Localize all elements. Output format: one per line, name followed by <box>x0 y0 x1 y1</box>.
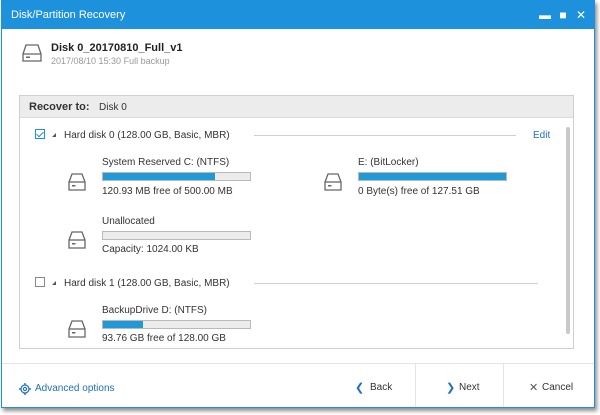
partition-usage-fill <box>103 321 143 328</box>
advanced-options-label: Advanced options <box>35 383 115 394</box>
partition-name[interactable]: System Reserved C: (NTFS) <box>102 157 229 168</box>
chevron-left-icon: ❮ <box>355 382 365 394</box>
edit-link[interactable]: Edit <box>533 130 550 141</box>
minimize-icon[interactable]: ▬ <box>537 7 553 23</box>
title-bar: Disk/Partition Recovery ▬ ■ ✕ <box>2 1 594 29</box>
partition-free-space: 0 Byte(s) free of 127.51 GB <box>358 186 480 197</box>
gear-icon <box>19 383 31 395</box>
close-icon[interactable]: ✕ <box>573 7 589 23</box>
divider <box>254 283 538 284</box>
partition-drive-icon <box>68 231 86 249</box>
partition-name[interactable]: Unallocated <box>102 216 155 227</box>
recover-panel: Recover to: Disk 0 Hard disk 0 (128.00 G… <box>19 95 574 349</box>
partition-free-space: 93.76 GB free of 128.00 GB <box>102 333 226 344</box>
partition-capacity: Capacity: 1024.00 KB <box>102 244 199 255</box>
chevron-right-icon: ❯ <box>446 382 456 394</box>
backup-name: Disk 0_20170810_Full_v1 <box>51 42 183 54</box>
cancel-x-icon: ✕ <box>529 382 539 394</box>
disk-1-title: Hard disk 1 (128.00 GB, Basic, MBR) <box>64 278 230 289</box>
disk-partition-recovery-window: Disk/Partition Recovery ▬ ■ ✕ Disk 0_201… <box>1 0 595 408</box>
recover-target: Disk 0 <box>99 102 127 113</box>
recover-to-bar: Recover to: Disk 0 <box>20 96 573 118</box>
partition-name[interactable]: E: (BitLocker) <box>358 157 419 168</box>
partition-drive-icon <box>68 320 86 338</box>
partition-usage-fill <box>103 173 215 180</box>
disk-0-checkbox[interactable] <box>35 129 45 139</box>
partition-usage-bar <box>102 320 251 329</box>
recover-to-label: Recover to: <box>29 101 90 113</box>
footer: Advanced options ❮ Back ❯ Next ✕ Cancel <box>2 363 594 407</box>
maximize-icon[interactable]: ■ <box>555 7 571 23</box>
cancel-label: Cancel <box>542 382 574 393</box>
backup-header: Disk 0_20170810_Full_v1 2017/08/10 15:30… <box>2 29 594 85</box>
back-button[interactable]: ❮ Back <box>327 364 415 407</box>
partition-drive-icon <box>324 173 342 191</box>
partition-free-space: 120.93 MB free of 500.00 MB <box>102 186 233 197</box>
partition-name[interactable]: BackupDrive D: (NTFS) <box>102 305 207 316</box>
partition-usage-bar <box>358 172 507 181</box>
back-label: Back <box>370 382 393 393</box>
partition-usage-bar <box>102 231 251 240</box>
cancel-button[interactable]: ✕ Cancel <box>503 364 594 407</box>
collapse-arrow-icon[interactable] <box>52 281 56 285</box>
next-button[interactable]: ❯ Next <box>415 364 503 407</box>
partition-usage-bar <box>102 172 251 181</box>
window-title: Disk/Partition Recovery <box>11 9 126 21</box>
disk-0-title: Hard disk 0 (128.00 GB, Basic, MBR) <box>64 130 230 141</box>
scrollbar[interactable] <box>566 127 570 334</box>
disk-1-checkbox[interactable] <box>35 277 45 287</box>
next-label: Next <box>459 382 480 393</box>
backup-timestamp: 2017/08/10 15:30 Full backup <box>51 56 170 66</box>
hard-drive-icon <box>22 44 42 62</box>
collapse-arrow-icon[interactable] <box>52 133 56 137</box>
partition-usage-fill <box>359 173 506 180</box>
partition-drive-icon <box>68 173 86 191</box>
divider <box>254 135 516 136</box>
